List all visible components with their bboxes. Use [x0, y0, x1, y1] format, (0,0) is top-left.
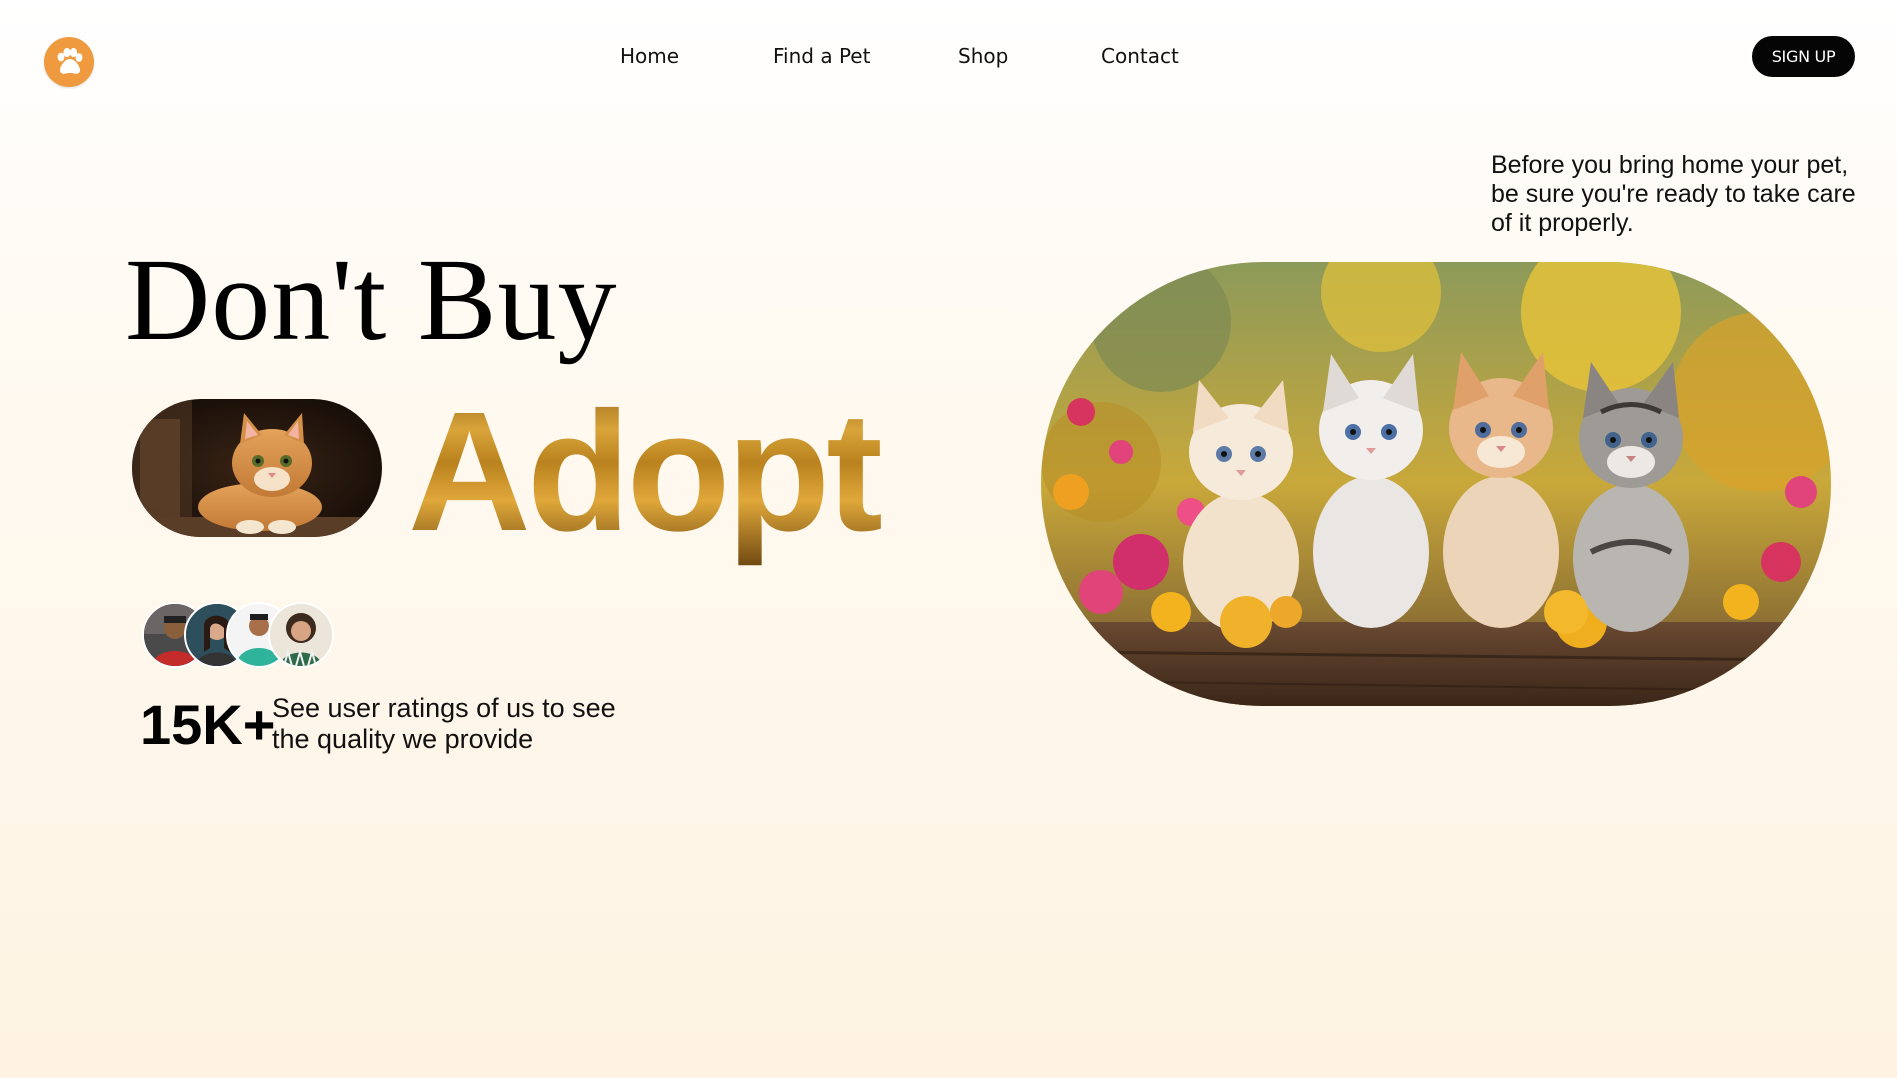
adopt-text: Adopt	[408, 395, 881, 567]
headline-dont-buy: Don't Buy	[125, 234, 618, 365]
adopt-field-text-icon: Adopt	[408, 377, 885, 567]
nav-find-pet-link[interactable]: Find a Pet	[773, 42, 870, 70]
user-avatars	[142, 602, 342, 668]
kitten-image	[132, 399, 382, 537]
sign-up-button[interactable]: SIGN UP	[1752, 36, 1855, 77]
ratings-text: See user ratings of us to see the qualit…	[272, 693, 616, 754]
four-kittens-photo-icon	[1041, 262, 1831, 706]
main-nav: Home Find a Pet Shop Contact	[0, 42, 1897, 72]
nav-contact-link[interactable]: Contact	[1101, 42, 1179, 70]
nav-home-link[interactable]: Home	[620, 42, 679, 70]
intro-text: Before you bring home your pet, be sure …	[1491, 151, 1856, 237]
user-avatar-4	[268, 602, 334, 668]
nav-shop-link[interactable]: Shop	[958, 42, 1008, 70]
hero-kittens-image	[1041, 262, 1831, 706]
headline-adopt: Adopt	[408, 377, 968, 573]
user-avatar-icon	[270, 604, 332, 666]
kitten-photo-icon	[132, 399, 382, 537]
ratings-count: 15K+	[140, 693, 276, 756]
